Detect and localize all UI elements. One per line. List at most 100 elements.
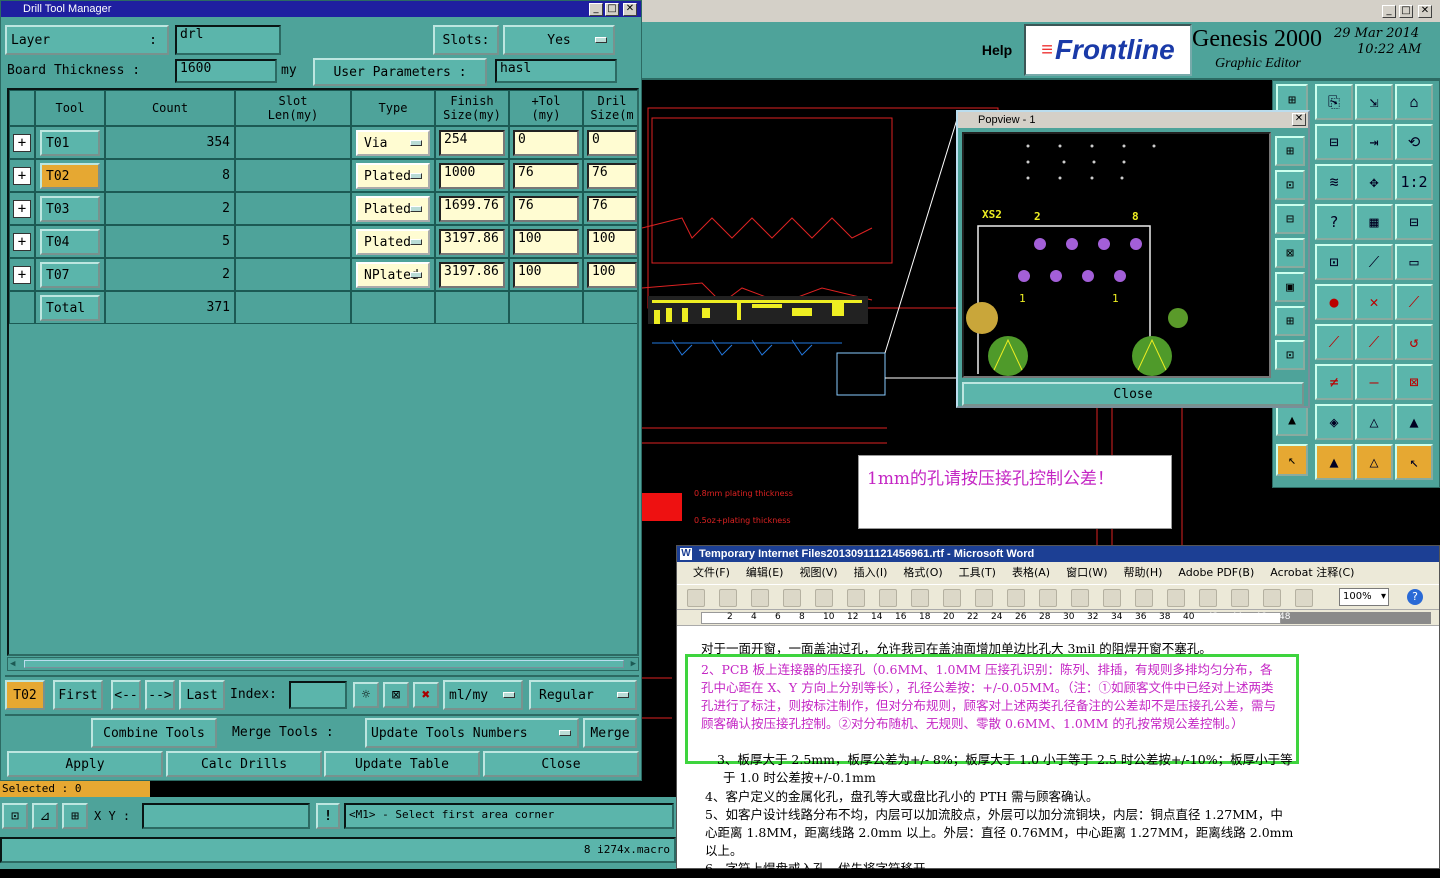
first-button[interactable]: First <box>53 680 103 710</box>
minus-tol-field[interactable]: 76 <box>587 196 637 222</box>
side-tool-8-icon[interactable]: ▲ <box>1276 404 1308 436</box>
genesis-maximize-button[interactable]: □ <box>1399 5 1413 18</box>
delete-icon[interactable]: ✖ <box>413 682 439 708</box>
plus-tol-field[interactable]: 100 <box>513 262 579 288</box>
scroll-left-icon[interactable]: ◀ <box>10 659 15 669</box>
cut-icon[interactable]: — <box>1355 364 1393 400</box>
popview-tool-5-icon[interactable]: ⊞ <box>1275 306 1305 336</box>
word-tool-11-icon[interactable] <box>1039 589 1057 607</box>
home-icon[interactable]: ⌂ <box>1395 84 1433 120</box>
last-button[interactable]: Last <box>179 680 225 710</box>
genesis-minimize-button[interactable]: _ <box>1382 5 1396 18</box>
triangle-a-icon[interactable]: △ <box>1355 404 1393 440</box>
minus-tol-field[interactable]: 76 <box>587 163 637 189</box>
minus-tol-field[interactable]: 100 <box>587 262 637 288</box>
word-menu-item[interactable]: 窗口(W) <box>1066 566 1107 579</box>
word-menu-item[interactable]: 格式(O) <box>903 566 942 579</box>
triangle-c-icon[interactable]: ▲ <box>1315 444 1353 480</box>
word-tool-9-icon[interactable] <box>975 589 993 607</box>
help-button[interactable]: Help <box>972 28 1022 72</box>
word-tool-0-icon[interactable] <box>687 589 705 607</box>
finish-size-field[interactable]: 3197.86 <box>439 262 505 288</box>
draw-line-icon[interactable]: ⟋ <box>1355 244 1393 280</box>
expand-icon[interactable]: + <box>13 200 31 218</box>
word-tool-17-icon[interactable] <box>1231 589 1249 607</box>
layer-field[interactable]: drl <box>175 25 281 55</box>
update-table-button[interactable]: Update Table <box>324 751 480 777</box>
word-menu-item[interactable]: 帮助(H) <box>1124 566 1163 579</box>
word-tool-12-icon[interactable] <box>1071 589 1089 607</box>
popview-close-button[interactable]: Close <box>962 382 1304 406</box>
popview-tool-0-icon[interactable]: ⊞ <box>1275 136 1305 166</box>
word-tool-2-icon[interactable] <box>751 589 769 607</box>
combine-tools-button[interactable]: Combine Tools <box>91 718 217 748</box>
user-parameters-field[interactable]: hasl <box>495 59 617 83</box>
expand-icon[interactable]: + <box>13 134 31 152</box>
type-dropdown[interactable]: NPlated <box>356 262 430 288</box>
apply-button[interactable]: Apply <box>7 751 163 777</box>
measure-icon[interactable]: ▭ <box>1395 244 1433 280</box>
word-menu-item[interactable]: Acrobat 注释(C) <box>1270 566 1354 579</box>
drill-maximize-button[interactable]: □ <box>605 3 619 16</box>
word-tool-13-icon[interactable] <box>1103 589 1121 607</box>
window-icon[interactable]: ⊟ <box>1315 124 1353 160</box>
plus-tol-field[interactable]: 76 <box>513 196 579 222</box>
popview-tool-1-icon[interactable]: ⊡ <box>1275 170 1305 200</box>
save-icon[interactable]: ⇲ <box>1355 84 1393 120</box>
select-filter-icon[interactable]: ⊟ <box>1395 204 1433 240</box>
word-menu-item[interactable]: 插入(I) <box>854 566 888 579</box>
popview-tool-4-icon[interactable]: ▣ <box>1275 272 1305 302</box>
expand-icon[interactable]: + <box>13 233 31 251</box>
word-menu-item[interactable]: Adobe PDF(B) <box>1178 566 1254 579</box>
rotate-icon[interactable]: ↺ <box>1395 324 1433 360</box>
finish-size-field[interactable]: 3197.86 <box>439 229 505 255</box>
drill-close-button[interactable]: ✕ <box>623 3 637 16</box>
type-dropdown[interactable]: Plated <box>356 229 430 255</box>
type-dropdown[interactable]: Plated <box>356 196 430 222</box>
drill-minimize-button[interactable]: _ <box>589 3 603 16</box>
word-help-icon[interactable]: ? <box>1407 589 1423 605</box>
word-menu-item[interactable]: 文件(F) <box>693 566 730 579</box>
word-tool-8-icon[interactable] <box>943 589 961 607</box>
zoom-area-icon[interactable]: ⊡ <box>2 803 28 829</box>
word-ruler[interactable]: 2 4 6 8 10 12 14 16 18 20 22 24 26 28 30 32 34 36 38 40 42 44… <box>677 610 1439 626</box>
popview-canvas[interactable]: XS2 2 8 1 1 <box>962 132 1271 378</box>
copy-icon[interactable]: ◈ <box>1315 404 1353 440</box>
word-tool-10-icon[interactable] <box>1007 589 1025 607</box>
line-b-icon[interactable]: ⟋ <box>1315 324 1353 360</box>
pan-icon[interactable]: ✥ <box>1355 164 1393 200</box>
word-tool-7-icon[interactable] <box>911 589 929 607</box>
board-thickness-field[interactable]: 1600 <box>175 59 277 83</box>
triangle-d-icon[interactable]: △ <box>1355 444 1393 480</box>
calc-drills-button[interactable]: Calc Drills <box>166 751 322 777</box>
triangle-b-icon[interactable]: ▲ <box>1395 404 1433 440</box>
line-c-icon[interactable]: ⟋ <box>1355 324 1393 360</box>
word-tool-6-icon[interactable] <box>879 589 897 607</box>
finish-size-field[interactable]: 1000 <box>439 163 505 189</box>
table-horizontal-scrollbar[interactable]: ◀ ▶ <box>7 657 639 671</box>
lightbulb-icon[interactable]: ☼ <box>353 682 379 708</box>
undo-icon[interactable]: ⟲ <box>1395 124 1433 160</box>
index-field[interactable] <box>289 681 347 709</box>
tool-button[interactable]: T01 <box>40 130 100 156</box>
side-tool-9-icon[interactable]: ↖ <box>1276 444 1308 476</box>
genesis-close-button[interactable]: ✕ <box>1418 5 1432 18</box>
warning-icon[interactable]: ! <box>316 803 340 829</box>
next-button[interactable]: --> <box>145 680 175 710</box>
tool-button[interactable]: T04 <box>40 229 100 255</box>
expand-icon[interactable]: + <box>13 167 31 185</box>
word-zoom-select[interactable]: 100% ▾ <box>1339 588 1389 606</box>
word-tool-5-icon[interactable] <box>847 589 865 607</box>
word-tool-15-icon[interactable] <box>1167 589 1185 607</box>
feature-info-icon[interactable]: ⊡ <box>1315 244 1353 280</box>
word-tool-14-icon[interactable] <box>1135 589 1153 607</box>
layer-in-icon[interactable]: ⇥ <box>1355 124 1393 160</box>
finish-size-field[interactable]: 1699.76 <box>439 196 505 222</box>
slots-dropdown[interactable]: Yes <box>503 25 615 55</box>
plus-tol-field[interactable]: 0 <box>513 130 579 156</box>
word-tool-16-icon[interactable] <box>1199 589 1217 607</box>
finish-size-field[interactable]: 254 <box>439 130 505 156</box>
word-menu-item[interactable]: 视图(V) <box>799 566 837 579</box>
popview-tool-6-icon[interactable]: ⊡ <box>1275 340 1305 370</box>
word-menu-item[interactable]: 表格(A) <box>1012 566 1050 579</box>
